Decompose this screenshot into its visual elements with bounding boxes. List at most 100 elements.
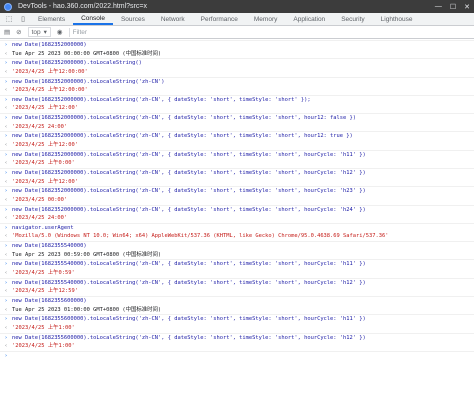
tab-elements[interactable]: Elements (30, 13, 73, 25)
tab-security[interactable]: Security (333, 13, 372, 25)
context-label: top (31, 28, 41, 36)
console-result-line: ‹ Tue Apr 25 2023 00:59:00 GMT+0800 (中国标准… (0, 251, 474, 260)
console-command-text: new Date(1682355540000).toLocaleString('… (12, 279, 366, 286)
prompt-chevron-icon: › (4, 151, 8, 158)
clear-console-icon[interactable]: ⊘ (16, 28, 21, 36)
device-toolbar-icon[interactable]: ▯ (16, 13, 30, 25)
result-arrow-icon: ‹ (4, 142, 8, 149)
console-command-text: new Date(1682352000000).toLocaleString('… (12, 115, 357, 122)
window-titlebar: DevTools - hao.360.com/2022.html?src=x —… (0, 0, 474, 13)
console-command-text: new Date(1682352000000).toLocaleString('… (12, 206, 366, 213)
inspect-element-icon[interactable]: ⬚ (2, 13, 16, 25)
tab-application[interactable]: Application (285, 13, 333, 25)
tab-sources[interactable]: Sources (113, 13, 153, 25)
filter-input[interactable]: Filter (68, 27, 474, 37)
console-input-line: › new Date(1682352000000).toLocaleString(… (0, 204, 474, 215)
console-input-line: › navigator.userAgent (0, 222, 474, 233)
result-arrow-icon: ‹ (4, 306, 8, 313)
console-command-text: new Date(1682352000000).toLocaleString('… (12, 188, 366, 195)
chevron-down-icon: ▾ (43, 29, 47, 36)
console-result-line: ‹ '2023/4/25 24:00' (0, 123, 474, 132)
result-arrow-icon: ‹ (4, 178, 8, 185)
console-command-text: new Date(1682352000000).toLocaleString('… (12, 151, 366, 158)
console-input-line: › new Date(1682355540000).toLocaleString(… (0, 277, 474, 288)
console-result-line: ‹ '2023/4/25 上午1:00' (0, 342, 474, 351)
console-result-text: '2023/4/25 00:00' (12, 196, 68, 203)
tab-lighthouse[interactable]: Lighthouse (373, 13, 421, 25)
console-result-line: ‹ '2023/4/25 上午12:00' (0, 178, 474, 187)
console-toolbar: ▤ ⊘ top ▾ ◉ Filter (0, 26, 474, 39)
console-result-text: '2023/4/25 上午1:00' (12, 324, 75, 331)
prompt-chevron-icon: › (4, 261, 8, 268)
console-result-text: '2023/4/25 上午12:00:00' (12, 87, 88, 94)
close-icon[interactable]: ✕ (464, 3, 470, 11)
console-result-text: '2023/4/25 24:00' (12, 215, 68, 222)
console-input-line: › new Date(1682352000000) (0, 40, 474, 50)
prompt-chevron-icon: › (4, 316, 8, 323)
console-command-text: new Date(1682355540000) (12, 243, 87, 250)
console-result-line: ‹ '2023/4/25 24:00' (0, 214, 474, 223)
console-result-text: Tue Apr 25 2023 00:00:00 GMT+0800 (中国标准时… (12, 50, 162, 57)
console-input-line: › new Date(1682352000000).toLocaleString(… (0, 113, 474, 123)
result-arrow-icon: ‹ (4, 123, 8, 130)
console-result-text: '2023/4/25 上午0:59' (12, 270, 75, 277)
console-result-text: '2023/4/25 上午1:00' (12, 343, 75, 350)
tab-console[interactable]: Console (73, 13, 113, 25)
console-input-line: › new Date(1682352000000).toLocaleString(… (0, 149, 474, 160)
console-result-line: ‹ '2023/4/25 上午12:59' (0, 287, 474, 296)
result-arrow-icon: ‹ (4, 288, 8, 295)
console-result-text: Tue Apr 25 2023 01:00:00 GMT+0800 (中国标准时… (12, 306, 162, 313)
console-command-text: new Date(1682355600000).toLocaleString('… (12, 316, 366, 323)
console-result-text: '2023/4/25 上午0:00' (12, 160, 75, 167)
result-arrow-icon: ‹ (4, 324, 8, 331)
console-command-text: new Date(1682352000000).toLocaleString() (12, 60, 142, 67)
console-result-line: ‹ 'Mozilla/5.0 (Windows NT 10.0; Win64; x… (0, 232, 474, 241)
console-result-text: '2023/4/25 上午12:00' (12, 142, 78, 149)
tab-network[interactable]: Network (153, 13, 193, 25)
context-selector[interactable]: top ▾ (27, 27, 51, 37)
prompt-chevron-icon: › (4, 60, 8, 67)
console-command-text: navigator.userAgent (12, 224, 74, 231)
console-command-text: new Date(1682352000000).toLocaleString('… (12, 169, 366, 176)
console-result-line: ‹ Tue Apr 25 2023 00:00:00 GMT+0800 (中国标准… (0, 50, 474, 59)
live-expression-eye-icon[interactable]: ◉ (57, 28, 63, 36)
console-result-text: 'Mozilla/5.0 (Windows NT 10.0; Win64; x6… (12, 233, 389, 240)
sidebar-toggle-icon[interactable]: ▤ (4, 28, 10, 36)
console-input-line: › new Date(1682352000000).toLocaleString(… (0, 94, 474, 105)
console-input-line: › new Date(1682352000000).toLocaleString(… (0, 186, 474, 196)
result-arrow-icon: ‹ (4, 87, 8, 94)
minimize-icon[interactable]: — (435, 3, 442, 11)
prompt-chevron-icon: › (4, 206, 8, 213)
prompt-chevron-icon: › (4, 352, 8, 359)
result-arrow-icon: ‹ (4, 233, 8, 240)
console-result-line: ‹ '2023/4/25 上午1:00' (0, 324, 474, 333)
result-arrow-icon: ‹ (4, 50, 8, 57)
console-input-line: › new Date(1682355600000).toLocaleString(… (0, 314, 474, 324)
console-input-line: › new Date(1682352000000).toLocaleString(… (0, 76, 474, 87)
console-input-line: › new Date(1682355600000) (0, 295, 474, 306)
result-arrow-icon: ‹ (4, 68, 8, 75)
prompt-chevron-icon: › (4, 188, 8, 195)
result-arrow-icon: ‹ (4, 343, 8, 350)
tab-memory[interactable]: Memory (246, 13, 285, 25)
prompt-chevron-icon: › (4, 224, 8, 231)
console-result-line: ‹ '2023/4/25 上午12:00:00' (0, 86, 474, 95)
console-result-text: Tue Apr 25 2023 00:59:00 GMT+0800 (中国标准时… (12, 251, 162, 258)
prompt-chevron-icon: › (4, 334, 8, 341)
console-result-line: ‹ '2023/4/25 上午12:00' (0, 141, 474, 150)
prompt-chevron-icon: › (4, 42, 8, 48)
result-arrow-icon: ‹ (4, 270, 8, 277)
console-input-line: › new Date(1682355600000).toLocaleString(… (0, 332, 474, 343)
result-arrow-icon: ‹ (4, 196, 8, 203)
console-result-text: '2023/4/25 上午12:00:00' (12, 68, 88, 75)
console-result-text: '2023/4/25 上午12:59' (12, 288, 78, 295)
maximize-icon[interactable]: ☐ (450, 3, 456, 11)
prompt-chevron-icon: › (4, 78, 8, 85)
console-prompt[interactable]: › (0, 350, 474, 361)
console-output: › new Date(1682352000000) ‹ Tue Apr 25 2023… (0, 39, 474, 360)
console-result-text: '2023/4/25 上午12:00' (12, 105, 78, 112)
prompt-chevron-icon: › (4, 169, 8, 176)
console-command-text: new Date(1682355600000).toLocaleString('… (12, 334, 366, 341)
console-input-line: › new Date(1682352000000).toLocaleString(… (0, 167, 474, 178)
tab-performance[interactable]: Performance (193, 13, 246, 25)
